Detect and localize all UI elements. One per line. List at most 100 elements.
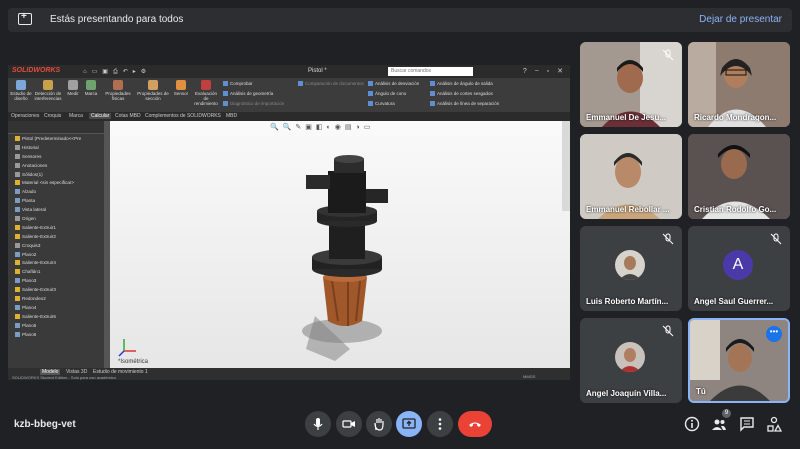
graphics-viewport[interactable]: 🔍🔍✎▣◧◐◉▤◑▭ *Isométrica: [110, 121, 570, 368]
ribbon-compare-documents[interactable]: Comparación de documentos: [298, 81, 364, 87]
extrude-icon: [15, 313, 20, 319]
ribbon-performance[interactable]: Evaluación de rendimiento: [192, 80, 220, 106]
tree-item[interactable]: Plano6: [8, 330, 104, 339]
sw-search-input[interactable]: Buscar comandos: [388, 67, 473, 76]
ribbon-mass-properties[interactable]: Propiedades físicas: [102, 80, 134, 101]
undercut-icon: [430, 91, 435, 97]
sw-status-text: SOLIDWORKS Student Edition - Solo para u…: [12, 375, 117, 380]
tree-item[interactable]: Anotaciones: [8, 161, 104, 170]
avatar: [615, 250, 645, 280]
tree-item[interactable]: Planta: [8, 196, 104, 205]
ribbon-import-diagnostics[interactable]: Diagnóstico de importación: [223, 101, 284, 107]
triad-axes-icon: [118, 339, 136, 357]
microphone-button[interactable]: [305, 411, 331, 437]
tree-item[interactable]: Plano4: [8, 303, 104, 312]
tab-croquis[interactable]: Croquis: [44, 113, 61, 119]
participant-tile[interactable]: Luis Roberto Martín...: [580, 226, 682, 311]
tree-item[interactable]: Alzado: [8, 187, 104, 196]
tree-item[interactable]: Saliente-Extruir2: [8, 232, 104, 241]
shared-screen: SOLIDWORKS ⌂▭▣⎙↶▸⚙ Pistol * Buscar coman…: [8, 65, 570, 380]
more-options-button[interactable]: [427, 411, 453, 437]
tree-item[interactable]: Origen: [8, 214, 104, 223]
ribbon-curvature[interactable]: Curvatura: [368, 101, 395, 107]
tab-calcular[interactable]: Calcular: [89, 113, 112, 119]
taper-icon: [368, 91, 373, 97]
ribbon-measure[interactable]: Medir: [64, 80, 82, 96]
tree-item[interactable]: Historial: [8, 143, 104, 152]
activities-button[interactable]: [766, 416, 782, 432]
check-icon: [223, 81, 228, 87]
tree-item[interactable]: Redondeo2: [8, 294, 104, 303]
participant-name: Ricardo Mondragon...: [694, 113, 777, 122]
plane-icon: [15, 251, 20, 257]
participant-tile[interactable]: Emmanuel De Jesu...: [580, 42, 682, 127]
ribbon-section-properties[interactable]: Propiedades de sección: [136, 80, 170, 101]
tree-item[interactable]: Sensores: [8, 152, 104, 161]
ribbon-taper-angle[interactable]: Ángulo de cono: [368, 91, 406, 97]
hangup-icon: [469, 422, 481, 427]
sw-command-tabs: Operaciones Croquis Marca Calcular Cotas…: [8, 112, 570, 121]
tree-item[interactable]: Vista lateral: [8, 205, 104, 214]
ribbon-parting-line-analysis[interactable]: Análisis de línea de separación: [430, 101, 499, 107]
ribbon-mark[interactable]: Marca: [82, 80, 100, 96]
ribbon-interference[interactable]: Detección de interferencias: [34, 80, 62, 101]
participant-tile[interactable]: Emmanuel Rebollar ...: [580, 134, 682, 219]
ribbon-design-study[interactable]: Estudio de diseño: [10, 80, 32, 101]
ribbon-geometry-analysis[interactable]: Análisis de geometría: [223, 91, 273, 97]
sw-logo: SOLIDWORKS: [12, 67, 61, 74]
muted-mic-icon: [662, 325, 674, 337]
tree-item[interactable]: Saliente-Extruir4: [8, 258, 104, 267]
material-icon: [15, 180, 20, 186]
ribbon-undercut-analysis[interactable]: Análisis de cortes sesgados: [430, 91, 493, 97]
tree-item[interactable]: Chaflán1: [8, 267, 104, 276]
tab-operaciones[interactable]: Operaciones: [11, 113, 39, 119]
fillet-icon: [15, 296, 20, 302]
tree-item[interactable]: Plano5: [8, 321, 104, 330]
participant-tile[interactable]: Ricardo Mondragon...: [688, 42, 790, 127]
camera-button[interactable]: [336, 411, 362, 437]
participant-tile[interactable]: Angel Joaquín Villa...: [580, 318, 682, 403]
chamfer-icon: [15, 269, 20, 275]
meeting-details-button[interactable]: [684, 416, 700, 432]
tree-item[interactable]: Pistol (Predeterminado<<Pre: [8, 134, 104, 143]
people-button[interactable]: [711, 416, 727, 432]
ribbon-sensor[interactable]: Sensor: [172, 80, 190, 96]
compare-icon: [298, 81, 303, 87]
tree-item[interactable]: Croquis3: [8, 241, 104, 250]
chat-button[interactable]: [739, 416, 755, 432]
tree-item[interactable]: Saliente-Extruir6: [8, 312, 104, 321]
present-button[interactable]: [396, 411, 422, 437]
participant-tile[interactable]: A Angel Saul Guerrer...: [688, 226, 790, 311]
tree-item[interactable]: Saliente-Extruir3: [8, 285, 104, 294]
tab-cotas-mbd[interactable]: Cotas MBD: [115, 113, 141, 119]
extrude-icon: [15, 260, 20, 266]
sw-units[interactable]: MMGS: [523, 374, 535, 379]
more-options-button[interactable]: •••: [766, 326, 782, 342]
design-study-icon: [16, 80, 26, 90]
tab-complementos[interactable]: Complementos de SOLIDWORKS: [145, 113, 221, 119]
stop-presenting-button[interactable]: Dejar de presentar: [699, 14, 782, 25]
sw-status-bar: Modelo Vistas 3D Estudio de movimiento 1…: [8, 368, 570, 380]
tab-mbd[interactable]: MBD: [226, 113, 237, 119]
interference-icon: [43, 80, 53, 90]
participant-tile[interactable]: Cristian Rodolfo Go...: [688, 134, 790, 219]
tree-item[interactable]: Plano2: [8, 250, 104, 259]
muted-mic-icon: [662, 49, 674, 61]
self-tile[interactable]: ••• Tú: [688, 318, 790, 403]
presenting-banner: Estás presentando para todos Dejar de pr…: [8, 8, 792, 32]
raise-hand-button[interactable]: [366, 411, 392, 437]
plane-icon: [15, 322, 20, 328]
participant-name: Cristian Rodolfo Go...: [694, 205, 777, 214]
part-icon: [15, 136, 20, 141]
ribbon-draft-analysis[interactable]: Análisis de ángulo de salida: [430, 81, 493, 87]
ribbon-deviation-analysis[interactable]: Análisis de desviación: [368, 81, 419, 87]
extrude-icon: [15, 233, 20, 239]
ribbon-check[interactable]: Comprobar: [223, 81, 253, 87]
tree-item[interactable]: Plano3: [8, 276, 104, 285]
tree-item[interactable]: Material <sin especificar>: [8, 178, 104, 187]
tree-item[interactable]: Sólidos(1): [8, 170, 104, 179]
measure-icon: [68, 80, 78, 90]
leave-call-button[interactable]: [458, 411, 492, 437]
tree-item[interactable]: Saliente-Extruir1: [8, 223, 104, 232]
tab-marca[interactable]: Marca: [69, 113, 83, 119]
